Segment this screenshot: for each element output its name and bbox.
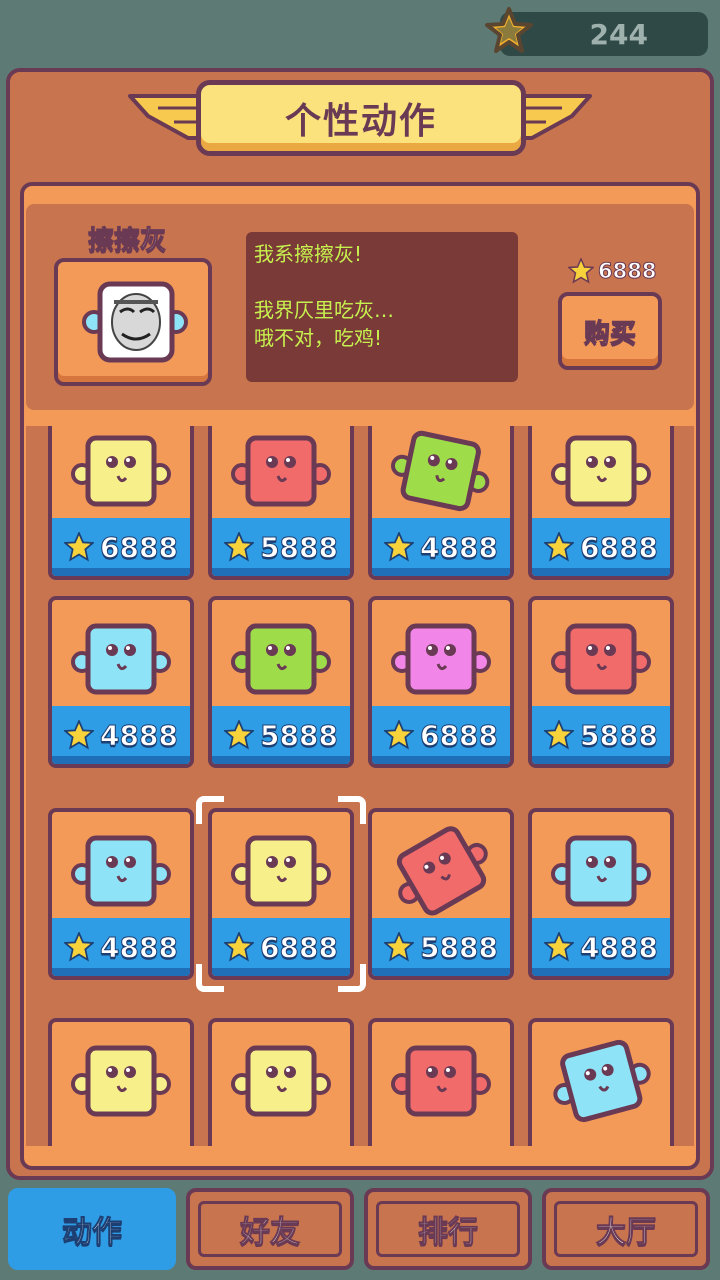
item-card[interactable]: 6888 <box>48 426 194 580</box>
meme-face-icon <box>82 281 188 363</box>
page-title-banner: 个性动作 <box>196 80 526 156</box>
item-card[interactable] <box>208 1018 354 1146</box>
character-icon <box>231 835 331 907</box>
item-price: 6888 <box>212 918 350 976</box>
character-icon <box>231 1045 331 1117</box>
item-card[interactable]: 4888 <box>48 596 194 768</box>
item-card[interactable] <box>48 1018 194 1146</box>
character-icon <box>551 835 651 907</box>
character-icon <box>391 430 490 512</box>
tab-lobby-label: 大厅 <box>554 1201 698 1257</box>
character-icon <box>231 435 331 507</box>
character-icon <box>71 1045 171 1117</box>
character-icon <box>71 435 171 507</box>
star-icon <box>224 532 255 562</box>
selected-item-name: 擦擦灰 <box>87 226 167 257</box>
item-price: 4888 <box>52 706 190 764</box>
item-price: 5888 <box>532 706 670 764</box>
item-card[interactable]: 6888 <box>528 426 674 580</box>
star-icon <box>224 720 255 750</box>
selection-corner <box>338 964 366 992</box>
star-icon <box>568 258 594 284</box>
item-price-value: 6888 <box>420 718 499 752</box>
item-price: 6888 <box>532 518 670 576</box>
character-icon <box>391 1045 491 1117</box>
item-card[interactable]: 4888 <box>48 808 194 980</box>
item-price-value: 5888 <box>260 530 339 564</box>
character-icon <box>553 1039 651 1123</box>
item-price-value: 5888 <box>580 718 659 752</box>
tab-friends-label: 好友 <box>198 1201 342 1257</box>
selected-price-value: 6888 <box>597 259 657 284</box>
item-price-value: 4888 <box>100 718 179 752</box>
character-icon <box>551 623 651 695</box>
item-card[interactable]: 4888 <box>528 808 674 980</box>
character-icon <box>71 835 171 907</box>
item-card[interactable]: 4888 <box>368 426 514 580</box>
item-grid: 6888 5888 4888 6888 4888 5888 6888 5888 … <box>26 426 694 1146</box>
item-price: 6888 <box>372 706 510 764</box>
star-icon <box>64 720 95 750</box>
character-icon <box>396 826 488 916</box>
item-card[interactable]: 5888 <box>208 426 354 580</box>
star-icon <box>384 932 415 962</box>
star-icon <box>64 532 95 562</box>
tab-friends[interactable]: 好友 <box>186 1188 354 1270</box>
tab-ranking[interactable]: 排行 <box>364 1188 532 1270</box>
item-price-value: 4888 <box>420 530 499 564</box>
coin-value: 244 <box>589 18 648 51</box>
item-price: 5888 <box>372 918 510 976</box>
star-icon <box>544 932 575 962</box>
selected-item-preview <box>54 258 212 386</box>
star-icon <box>384 720 415 750</box>
star-icon <box>544 532 575 562</box>
star-icon <box>384 532 415 562</box>
item-card[interactable]: 6888 <box>208 808 354 980</box>
selection-corner <box>196 796 224 824</box>
item-price: 6888 <box>52 518 190 576</box>
item-price: 4888 <box>532 918 670 976</box>
page-title: 个性动作 <box>284 101 437 142</box>
selection-corner <box>196 964 224 992</box>
character-icon <box>551 435 651 507</box>
item-price-value: 4888 <box>100 930 179 964</box>
tab-ranking-label: 排行 <box>376 1201 520 1257</box>
item-price-value: 5888 <box>260 718 339 752</box>
item-price-value: 6888 <box>260 930 339 964</box>
item-price-value: 5888 <box>420 930 499 964</box>
star-icon <box>485 7 533 53</box>
item-card[interactable] <box>368 1018 514 1146</box>
tab-lobby[interactable]: 大厅 <box>542 1188 710 1270</box>
item-card[interactable]: 6888 <box>368 596 514 768</box>
selected-price: 6888 <box>568 258 657 284</box>
item-price-value: 4888 <box>580 930 659 964</box>
tab-actions-label: 动作 <box>20 1201 164 1257</box>
item-price-value: 6888 <box>100 530 179 564</box>
item-price: 5888 <box>212 706 350 764</box>
buy-button[interactable]: 购买 <box>558 292 662 370</box>
selection-corner <box>338 796 366 824</box>
item-card[interactable]: 5888 <box>368 808 514 980</box>
item-description: 我系擦擦灰! 我界仄里吃灰… 哦不对，吃鸡! <box>246 232 518 382</box>
character-icon <box>391 623 491 695</box>
character-icon <box>231 623 331 695</box>
item-price: 4888 <box>52 918 190 976</box>
star-icon <box>544 720 575 750</box>
item-card[interactable]: 5888 <box>528 596 674 768</box>
item-price: 5888 <box>212 518 350 576</box>
item-price: 4888 <box>372 518 510 576</box>
item-price-value: 6888 <box>580 530 659 564</box>
character-icon <box>71 623 171 695</box>
item-card[interactable] <box>528 1018 674 1146</box>
star-icon <box>224 932 255 962</box>
item-card[interactable]: 5888 <box>208 596 354 768</box>
tab-actions[interactable]: 动作 <box>8 1188 176 1270</box>
star-icon <box>64 932 95 962</box>
